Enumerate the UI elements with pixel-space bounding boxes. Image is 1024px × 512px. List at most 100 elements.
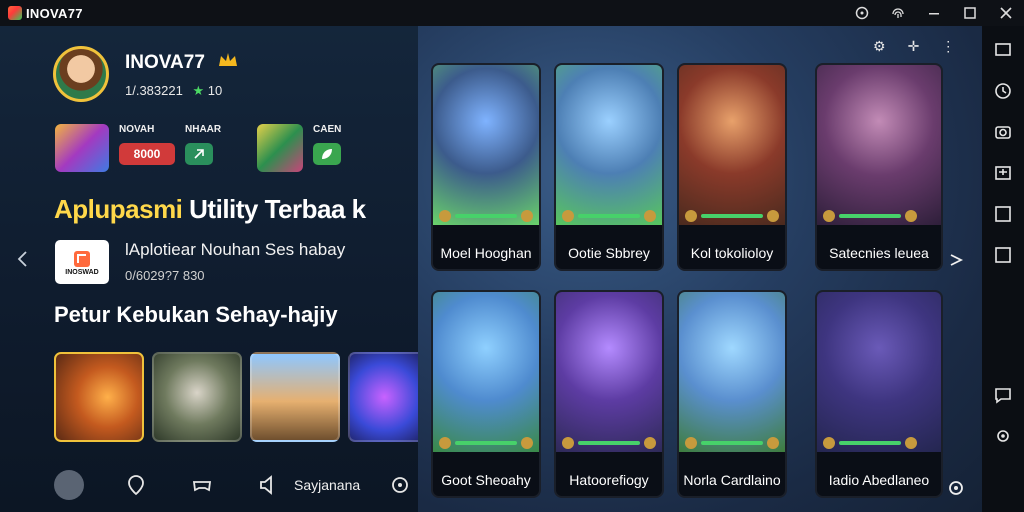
game-card[interactable]: Satecnies leuea — [815, 63, 943, 271]
leaf-icon — [313, 143, 341, 165]
game-card-label: Goot Sheoahy — [441, 472, 531, 488]
bottom-bar-label[interactable]: Sayjanana — [294, 477, 360, 493]
game-card-hud — [562, 209, 656, 223]
game-card[interactable]: Goot Sheoahy — [431, 290, 541, 498]
screen-record-icon[interactable] — [993, 40, 1013, 60]
chip-image-1[interactable] — [55, 124, 109, 172]
username: INOVA77 — [125, 52, 205, 73]
headline: Aplupasmi Utility Terbaa k — [54, 194, 366, 225]
health-bar — [839, 441, 901, 445]
coin-icon — [644, 437, 656, 449]
crosshair-icon[interactable] — [386, 471, 414, 499]
close-icon[interactable] — [998, 5, 1014, 21]
settings-icon[interactable] — [993, 426, 1013, 446]
game-card[interactable]: Kol tokolioloy — [677, 63, 787, 271]
chip-badge: 8000 — [119, 143, 175, 165]
thumbnail-1[interactable] — [54, 352, 144, 442]
game-card-label: Iadio Abedlaneo — [828, 472, 930, 488]
game-card[interactable]: Norla Cardlaino — [677, 290, 787, 498]
chevron-left-icon[interactable] — [16, 250, 28, 273]
game-card-label: Moel Hooghan — [440, 245, 532, 261]
brand-mark-icon — [8, 6, 22, 20]
health-bar — [839, 214, 901, 218]
avatar[interactable] — [53, 46, 109, 102]
chip-caen[interactable]: CAEN — [313, 124, 369, 172]
thumbnail-2[interactable] — [152, 352, 242, 442]
window-icon[interactable] — [993, 204, 1013, 224]
chip-label: NOVAH — [119, 124, 155, 135]
gear-icon[interactable]: ⚙ — [873, 38, 886, 55]
crown-icon — [219, 53, 237, 66]
coin-icon — [905, 437, 917, 449]
window-icon-2[interactable] — [993, 245, 1013, 265]
health-bar — [455, 214, 517, 218]
coin-icon — [905, 210, 917, 222]
target-icon[interactable] — [854, 5, 870, 21]
health-bar — [701, 214, 763, 218]
side-rail — [982, 26, 1024, 512]
avatar-icon — [562, 437, 574, 449]
game-card-hud — [685, 436, 779, 450]
camera-icon[interactable] — [993, 122, 1013, 142]
chip-novah[interactable]: NOVAH 8000 — [119, 124, 175, 172]
thumbnail-3[interactable] — [250, 352, 340, 442]
gamepad-icon[interactable] — [188, 471, 216, 499]
game-card-label: Satecnies leuea — [829, 245, 929, 261]
game-card-label: Norla Cardlaino — [683, 472, 781, 488]
user-score: 1/.383221 — [125, 83, 183, 98]
gallery-toolbar: ⚙ ✛ ⋮ — [873, 38, 955, 55]
headline-highlight: Aplupasmi — [54, 194, 183, 224]
fingerprint-icon[interactable] — [890, 5, 906, 21]
thumbnail-row — [54, 352, 438, 442]
settings-icon[interactable] — [946, 478, 966, 498]
maximize-icon[interactable] — [962, 5, 978, 21]
game-card-art — [679, 292, 785, 452]
coin-icon — [767, 210, 779, 222]
health-bar — [578, 441, 640, 445]
game-card-label: Kol tokolioloy — [690, 245, 774, 261]
avatar-icon — [685, 210, 697, 222]
game-card-label: Ootie Sbbrey — [568, 245, 650, 261]
game-card[interactable]: Moel Hooghan — [431, 63, 541, 271]
chip-label: CAEN — [313, 124, 342, 135]
section-title: Petur Kebukan Sehay-hajiy — [54, 302, 338, 327]
share-icon — [185, 143, 213, 165]
app-logo-text: INOSWAD — [65, 268, 99, 276]
message-icon[interactable] — [993, 385, 1013, 405]
app-logo[interactable]: INOSWAD — [55, 240, 109, 284]
game-card-art — [433, 292, 539, 452]
brand-logo: INOVA77 — [8, 6, 83, 21]
game-card[interactable]: Hatoorefiogy — [554, 290, 664, 498]
game-card-hud — [823, 209, 917, 223]
game-card-art — [556, 65, 662, 225]
more-icon[interactable]: ⋮ — [941, 38, 955, 55]
chip-nhaar[interactable]: NHAAR — [185, 124, 247, 172]
app-subtitle: 0/6029?7 830 — [125, 268, 205, 283]
chip-image-2[interactable] — [257, 124, 303, 172]
location-icon[interactable] — [122, 471, 150, 499]
speaker-icon[interactable] — [254, 471, 282, 499]
game-card-hud — [439, 209, 533, 223]
coin-icon — [521, 210, 533, 222]
keyboard-icon[interactable] — [993, 163, 1013, 183]
avatar-icon — [823, 210, 835, 222]
chip-label: NHAAR — [185, 124, 222, 135]
tools-icon[interactable] — [54, 470, 84, 500]
game-card-hud — [823, 436, 917, 450]
app-title[interactable]: lAplotiear Nouhan Ses habay — [125, 240, 345, 260]
bottom-bar: Sayjanana — [54, 470, 414, 500]
clock-icon[interactable] — [993, 81, 1013, 101]
avatar-icon — [439, 437, 451, 449]
user-stats: 1/.383221 ★ 10 — [125, 83, 222, 99]
coin-icon — [644, 210, 656, 222]
headline-rest: Utility Terbaa k — [189, 194, 366, 224]
game-card[interactable]: Iadio Abedlaneo — [815, 290, 943, 498]
avatar-icon — [823, 437, 835, 449]
game-card[interactable]: Ootie Sbbrey — [554, 63, 664, 271]
chevron-right-icon[interactable] — [948, 252, 964, 273]
star-icon: ★ — [192, 83, 205, 98]
chip-row: NOVAH 8000 NHAAR CAEN — [55, 124, 369, 172]
minimize-icon[interactable] — [926, 5, 942, 21]
game-card-art — [433, 65, 539, 225]
move-icon[interactable]: ✛ — [908, 38, 920, 55]
